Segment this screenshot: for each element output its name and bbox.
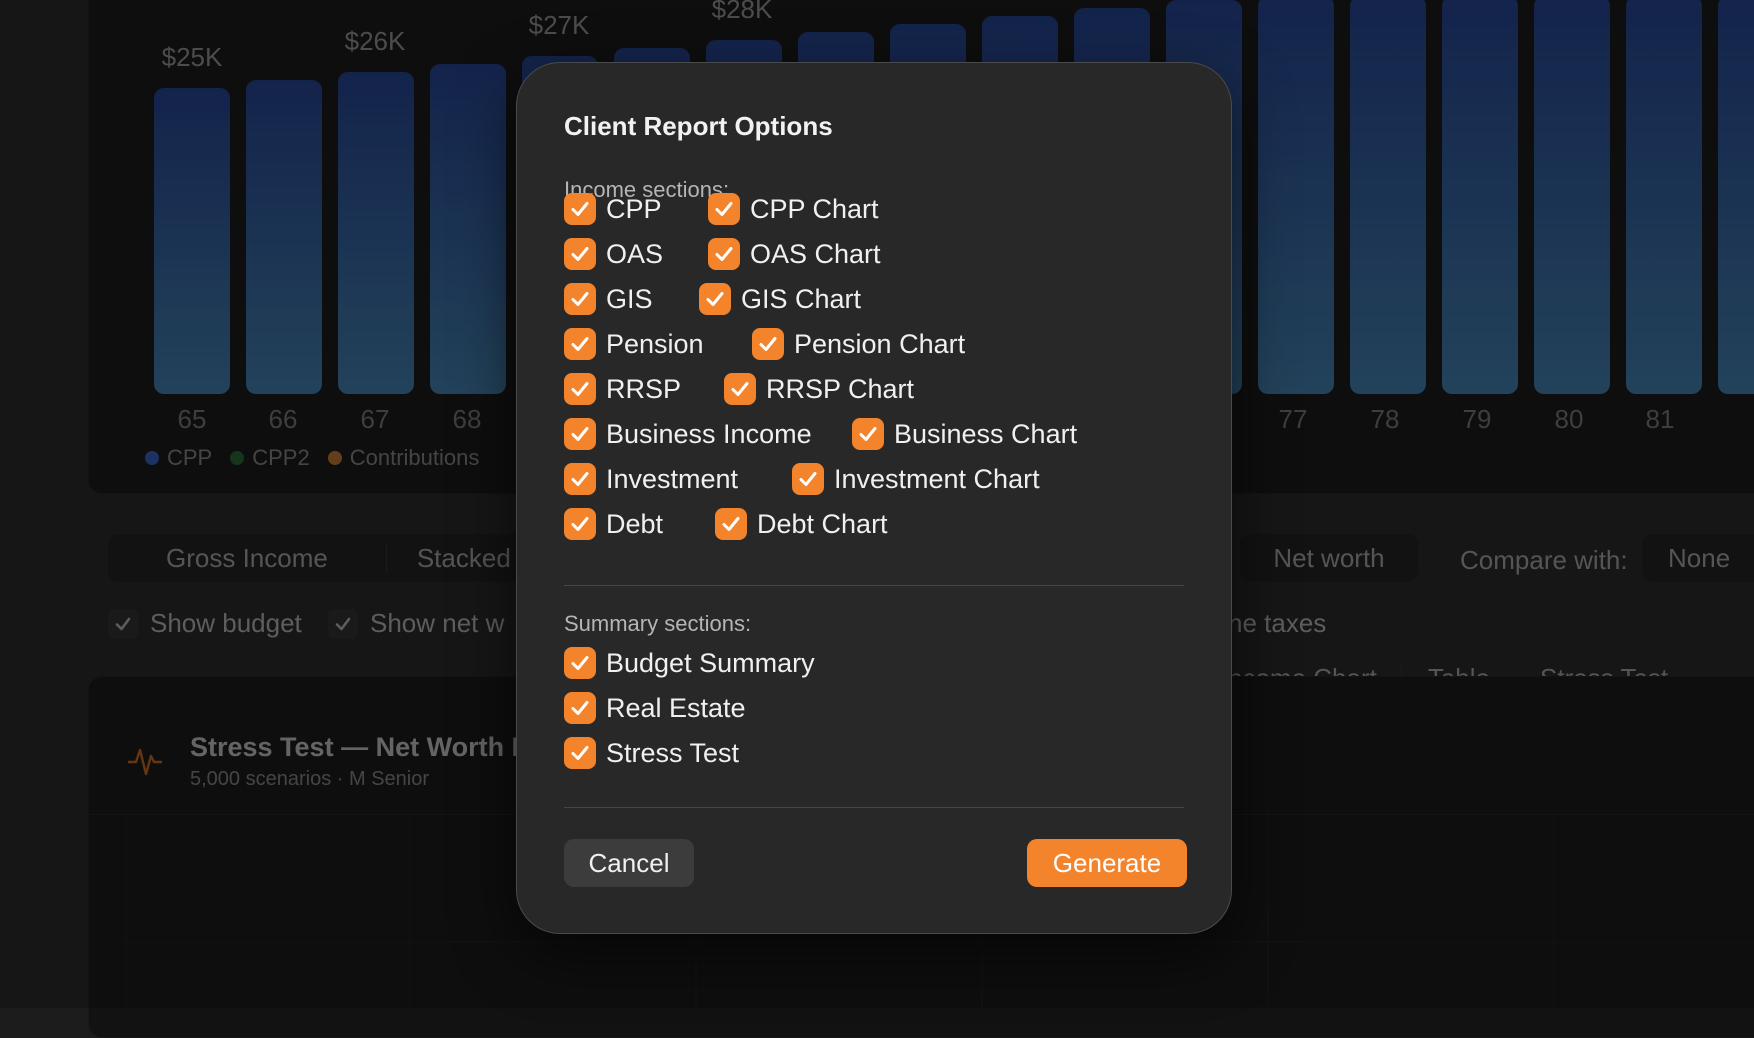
income-chart-option[interactable]: OAS Chart [708, 238, 881, 270]
checkbox-checked-icon[interactable] [564, 463, 596, 495]
checkbox-checked-icon[interactable] [792, 463, 824, 495]
summary-section-option[interactable]: Stress Test [564, 737, 739, 769]
income-chart-option[interactable]: RRSP Chart [724, 373, 914, 405]
checkbox-checked-icon[interactable] [715, 508, 747, 540]
option-label: Business Chart [894, 418, 1078, 449]
income-chart-option[interactable]: CPP Chart [708, 193, 879, 225]
section-divider [564, 585, 1184, 586]
option-label: Pension [606, 328, 704, 359]
income-section-option[interactable]: OAS [564, 238, 663, 270]
option-label: Budget Summary [606, 647, 815, 678]
income-section-option[interactable]: Investment [564, 463, 738, 495]
income-chart-option[interactable]: Debt Chart [715, 508, 888, 540]
checkbox-checked-icon[interactable] [752, 328, 784, 360]
option-label: RRSP [606, 373, 682, 404]
checkbox-checked-icon[interactable] [564, 328, 596, 360]
income-chart-option[interactable]: GIS Chart [699, 283, 861, 315]
checkbox-checked-icon[interactable] [564, 238, 596, 270]
summary-section-option[interactable]: Budget Summary [564, 647, 815, 679]
option-label: Business Income [606, 418, 812, 449]
summary-section-option[interactable]: Real Estate [564, 692, 746, 724]
option-label: RRSP Chart [766, 373, 915, 404]
income-section-option[interactable]: Debt [564, 508, 663, 540]
checkbox-checked-icon[interactable] [564, 647, 596, 679]
cancel-button[interactable]: Cancel [564, 839, 694, 887]
checkbox-checked-icon[interactable] [564, 418, 596, 450]
income-chart-option[interactable]: Pension Chart [752, 328, 965, 360]
option-label: OAS Chart [750, 238, 881, 269]
option-label: Stress Test [606, 737, 740, 768]
option-label: CPP Chart [750, 193, 879, 224]
option-label: Real Estate [606, 692, 746, 723]
income-section-option[interactable]: GIS [564, 283, 653, 315]
income-chart-option[interactable]: Business Chart [852, 418, 1077, 450]
option-label: Debt Chart [757, 508, 888, 539]
checkbox-checked-icon[interactable] [708, 238, 740, 270]
option-label: Pension Chart [794, 328, 966, 359]
checkbox-checked-icon[interactable] [564, 692, 596, 724]
dialog-title: Client Report Options [564, 111, 833, 141]
option-label: GIS Chart [741, 283, 862, 314]
checkbox-checked-icon[interactable] [564, 508, 596, 540]
income-section-option[interactable]: Business Income [564, 418, 812, 450]
option-label: Investment [606, 463, 739, 494]
option-label: CPP [606, 193, 662, 224]
option-label: Debt [606, 508, 664, 539]
summary-sections-label: Summary sections: [564, 611, 752, 636]
checkbox-checked-icon[interactable] [852, 418, 884, 450]
checkbox-checked-icon[interactable] [564, 373, 596, 405]
income-section-option[interactable]: RRSP [564, 373, 681, 405]
income-section-option[interactable]: CPP [564, 193, 662, 225]
checkbox-checked-icon[interactable] [564, 193, 596, 225]
option-label: GIS [606, 283, 653, 314]
checkbox-checked-icon[interactable] [708, 193, 740, 225]
checkbox-checked-icon[interactable] [699, 283, 731, 315]
option-label: Investment Chart [834, 463, 1040, 494]
footer-divider [564, 807, 1184, 808]
checkbox-checked-icon[interactable] [564, 283, 596, 315]
checkbox-checked-icon[interactable] [724, 373, 756, 405]
checkbox-checked-icon[interactable] [564, 737, 596, 769]
option-label: OAS [606, 238, 664, 269]
income-section-option[interactable]: Pension [564, 328, 704, 360]
income-chart-option[interactable]: Investment Chart [792, 463, 1040, 495]
client-report-options-dialog: Client Report Options Income sections: C… [516, 62, 1232, 934]
generate-button[interactable]: Generate [1027, 839, 1187, 887]
